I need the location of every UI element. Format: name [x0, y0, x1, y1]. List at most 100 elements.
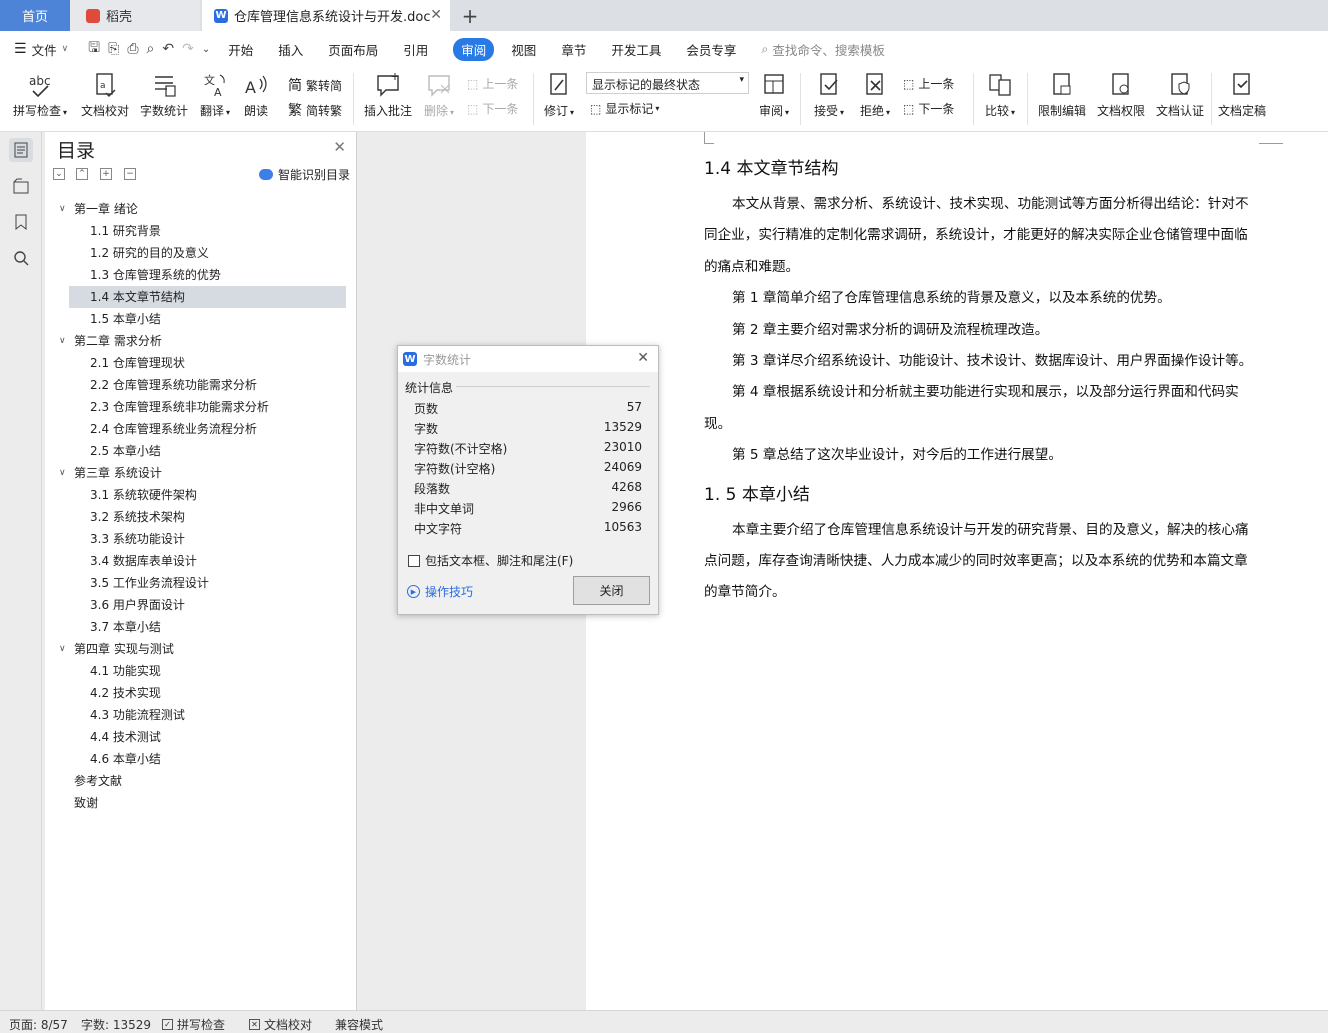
- tab-daoke[interactable]: 稻壳: [70, 0, 200, 31]
- doc-cert-button[interactable]: 文档认证: [1154, 71, 1206, 119]
- add-heading-icon[interactable]: +: [100, 168, 112, 180]
- collapse-chevron-icon[interactable]: ∨: [59, 330, 66, 352]
- toc-item[interactable]: 3.7 本章小结: [45, 616, 357, 638]
- toc-item[interactable]: 1.3 仓库管理系统的优势: [45, 264, 357, 286]
- trad-to-simp-button[interactable]: 简繁转简: [288, 75, 342, 95]
- toc-item[interactable]: 致谢: [45, 792, 357, 814]
- collapse-chevron-icon[interactable]: ∨: [59, 198, 66, 220]
- toc-item[interactable]: 3.3 系统功能设计: [45, 528, 357, 550]
- export-icon[interactable]: ⎘: [108, 41, 119, 57]
- command-search[interactable]: ⌕ 查找命令、搜索模板: [761, 40, 885, 59]
- menu-review[interactable]: 审阅: [453, 37, 495, 61]
- toc-item[interactable]: 1.1 研究背景: [45, 220, 357, 242]
- doc-final-button[interactable]: 文档定稿: [1216, 71, 1268, 119]
- section-nav-icon[interactable]: [9, 174, 33, 198]
- toc-chapter-item[interactable]: ∨ 第四章 实现与测试: [45, 638, 357, 660]
- menu-view[interactable]: 视图: [511, 40, 536, 59]
- bookmark-icon[interactable]: [9, 210, 33, 234]
- expand-all-icon[interactable]: ⌄: [53, 168, 65, 180]
- doc-proof-status[interactable]: ✕ 文档校对: [249, 1016, 312, 1033]
- translate-button[interactable]: 文A 翻译 ▾: [196, 71, 234, 119]
- smart-toc-button[interactable]: 智能识别目录: [258, 166, 350, 183]
- delete-comment-button[interactable]: 删除 ▾: [420, 71, 458, 119]
- menu-reference[interactable]: 引用: [403, 40, 428, 59]
- menu-file[interactable]: ☰ 文件 ∨: [14, 40, 68, 59]
- toc-item[interactable]: 4.3 功能流程测试: [45, 704, 357, 726]
- toc-item[interactable]: 4.1 功能实现: [45, 660, 357, 682]
- close-icon[interactable]: ✕: [333, 138, 346, 156]
- menu-developer[interactable]: 开发工具: [611, 40, 661, 59]
- document-page[interactable]: 1.4 本文章节结构 本文从背景、需求分析、系统设计、技术实现、功能测试等方面分…: [586, 132, 1328, 1010]
- toc-item[interactable]: 2.4 仓库管理系统业务流程分析: [45, 418, 357, 440]
- toc-item[interactable]: 3.1 系统软硬件架构: [45, 484, 357, 506]
- tab-document[interactable]: W 仓库管理信息系统设计与开发.doc ✕: [202, 0, 450, 31]
- prev-comment-button[interactable]: ⬚ 上一条: [467, 75, 518, 92]
- review-pane-button[interactable]: 审阅 ▾: [757, 71, 791, 119]
- read-aloud-button[interactable]: A 朗读: [240, 71, 272, 119]
- undo-icon[interactable]: ↶: [162, 41, 174, 57]
- toc-item[interactable]: 1.2 研究的目的及意义: [45, 242, 357, 264]
- print-icon[interactable]: ⎙: [127, 41, 138, 57]
- accept-button[interactable]: 接受 ▾: [810, 71, 848, 119]
- show-markup-button[interactable]: ⬚ 显示标记 ▾: [590, 100, 659, 117]
- toc-item[interactable]: 3.4 数据库表单设计: [45, 550, 357, 572]
- toc-item[interactable]: 2.2 仓库管理系统功能需求分析: [45, 374, 357, 396]
- compare-button[interactable]: 比较 ▾: [980, 71, 1020, 119]
- redo-icon[interactable]: ↷: [182, 41, 194, 57]
- spell-check-status[interactable]: ✓ 拼写检查: [162, 1016, 225, 1033]
- reject-button[interactable]: 拒绝 ▾: [856, 71, 894, 119]
- toc-chapter-item[interactable]: ∨ 第三章 系统设计: [45, 462, 357, 484]
- toc-item[interactable]: 4.2 技术实现: [45, 682, 357, 704]
- search-icon[interactable]: [9, 246, 33, 270]
- markup-state-select[interactable]: 显示标记的最终状态 ▾: [586, 72, 749, 94]
- simp-to-trad-button[interactable]: 繁简转繁: [288, 100, 342, 120]
- toc-item[interactable]: 3.2 系统技术架构: [45, 506, 357, 528]
- checkbox-box[interactable]: [408, 554, 420, 567]
- page-indicator[interactable]: 页面: 8/57: [9, 1016, 68, 1033]
- spell-check-button[interactable]: abc 拼写检查 ▾: [10, 71, 70, 119]
- dialog-titlebar[interactable]: W 字数统计 ✕: [398, 346, 658, 372]
- toc-item[interactable]: 1.4 本文章节结构: [69, 286, 346, 308]
- collapse-chevron-icon[interactable]: ∨: [59, 462, 66, 484]
- include-textbox-checkbox[interactable]: 包括文本框、脚注和尾注(F): [408, 552, 573, 569]
- collapse-chevron-icon[interactable]: ∨: [59, 638, 66, 660]
- new-tab-plus-icon[interactable]: +: [458, 0, 482, 31]
- tips-link[interactable]: ▶ 操作技巧: [407, 583, 473, 600]
- restrict-edit-button[interactable]: 限制编辑: [1036, 71, 1088, 119]
- menu-member[interactable]: 会员专享: [686, 40, 736, 59]
- toc-chapter-item[interactable]: ∨ 第二章 需求分析: [45, 330, 357, 352]
- next-change-button[interactable]: ⬚ 下一条: [903, 100, 954, 117]
- toc-item[interactable]: 2.3 仓库管理系统非功能需求分析: [45, 396, 357, 418]
- toc-item[interactable]: 1.5 本章小结: [45, 308, 357, 330]
- menu-layout[interactable]: 页面布局: [328, 40, 378, 59]
- toc-nav-icon[interactable]: [9, 138, 33, 162]
- prev-change-button[interactable]: ⬚ 上一条: [903, 75, 954, 92]
- collapse-all-icon[interactable]: ⌃: [76, 168, 88, 180]
- next-comment-button[interactable]: ⬚ 下一条: [467, 100, 518, 117]
- toc-item[interactable]: 4.4 技术测试: [45, 726, 357, 748]
- insert-comment-button[interactable]: 插入批注: [362, 71, 414, 119]
- track-changes-button[interactable]: 修订 ▾: [540, 71, 578, 119]
- remove-heading-icon[interactable]: −: [124, 168, 136, 180]
- doc-proof-button[interactable]: a 文档校对: [78, 71, 132, 119]
- toc-item[interactable]: 参考文献: [45, 770, 357, 792]
- close-button[interactable]: 关闭: [573, 576, 650, 605]
- close-icon[interactable]: ✕: [637, 350, 649, 366]
- toc-item[interactable]: 3.5 工作业务流程设计: [45, 572, 357, 594]
- toc-chapter-item[interactable]: ∨ 第一章 绪论: [45, 198, 357, 220]
- menu-chapter[interactable]: 章节: [561, 40, 586, 59]
- toc-item[interactable]: 2.5 本章小结: [45, 440, 357, 462]
- menu-insert[interactable]: 插入: [278, 40, 303, 59]
- print-preview-icon[interactable]: ⌕: [147, 41, 155, 57]
- toc-item[interactable]: 3.6 用户界面设计: [45, 594, 357, 616]
- toc-item[interactable]: 4.6 本章小结: [45, 748, 357, 770]
- customize-dropdown-icon[interactable]: ⌄: [202, 44, 210, 55]
- word-count-button[interactable]: 字数统计: [138, 71, 190, 119]
- doc-rights-button[interactable]: 文档权限: [1095, 71, 1147, 119]
- tab-home[interactable]: 首页: [0, 0, 70, 31]
- menu-start[interactable]: 开始: [228, 40, 253, 59]
- word-count-status[interactable]: 字数: 13529: [81, 1016, 151, 1033]
- save-icon[interactable]: 🖫: [88, 37, 100, 61]
- close-tab-icon[interactable]: ✕: [430, 7, 442, 23]
- toc-item[interactable]: 2.1 仓库管理现状: [45, 352, 357, 374]
